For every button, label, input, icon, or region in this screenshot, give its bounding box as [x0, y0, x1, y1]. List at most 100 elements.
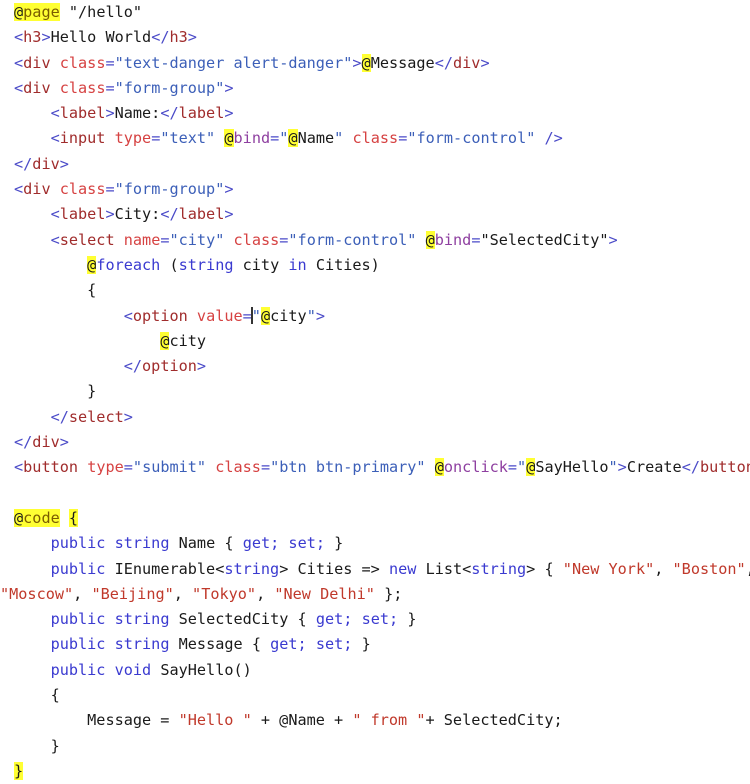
select-name-value: "city"	[169, 230, 225, 249]
code-line-28[interactable]: Message = "Hello " + @Name + " from "+ S…	[0, 708, 750, 733]
code-line-29[interactable]: }	[0, 734, 750, 759]
loop-variable: city	[233, 255, 289, 274]
razor-at-sigil: @	[14, 3, 24, 21]
razor-at-sigil: @	[526, 458, 536, 477]
code-line-22[interactable]: public string Name { get; set; }	[0, 531, 750, 556]
name-attribute-name: name	[123, 230, 161, 249]
ienumerable-type: IEnumerable<	[114, 559, 225, 578]
code-line-24[interactable]: public string SelectedCity { get; set; }	[0, 607, 750, 632]
code-line-9[interactable]: <label>City:</label>	[0, 202, 750, 227]
code-line-25[interactable]: public string Message { get; set; }	[0, 632, 750, 657]
razor-at-sigil: @	[14, 508, 24, 527]
list-type: List<	[425, 559, 472, 578]
void-keyword: void	[114, 660, 152, 679]
code-line-2[interactable]: <h3>Hello World</h3>	[0, 25, 750, 50]
code-line-6[interactable]: <input type="text" @bind="@Name" class="…	[0, 126, 750, 151]
foreach-keyword: foreach	[96, 255, 161, 274]
set-accessor: set;	[288, 534, 325, 553]
code-line-18[interactable]: </div>	[0, 430, 750, 455]
code-line-3[interactable]: <div class="text-danger alert-danger">@M…	[0, 51, 750, 76]
value-attribute-name: value	[196, 306, 243, 325]
code-line-8[interactable]: <div class="form-group">	[0, 177, 750, 202]
code-line-11[interactable]: @foreach (string city in Cities)	[0, 253, 750, 278]
from-string-literal: " from "	[352, 711, 426, 730]
type-attribute-name: type	[114, 129, 152, 148]
code-line-19[interactable]: <button type="submit" class="btn btn-pri…	[0, 455, 750, 480]
button-class-value: "btn btn-primary"	[270, 458, 426, 477]
hello-string-literal: "Hello "	[178, 711, 252, 730]
code-line-26[interactable]: public void SayHello()	[0, 658, 750, 683]
form-control-class-value: "form-control"	[407, 129, 536, 148]
h3-tag-name: h3	[23, 28, 42, 47]
razor-page-directive: page	[23, 3, 60, 21]
code-line-30[interactable]: }	[0, 759, 750, 784]
cities-collection: Cities)	[306, 255, 380, 274]
code-line-21[interactable]: @code {	[0, 506, 750, 531]
city-literal-new-york: "New York"	[562, 559, 655, 578]
code-line-10[interactable]: <select name="city" class="form-control"…	[0, 228, 750, 253]
code-line-4[interactable]: <div class="form-group">	[0, 76, 750, 101]
code-line-13[interactable]: <option value="@city">	[0, 304, 750, 329]
open-brace: {	[87, 281, 97, 300]
alert-class-value: "text-danger alert-danger"	[114, 53, 353, 72]
code-line-1[interactable]: @page "/hello"	[0, 0, 750, 25]
code-line-23-wrap[interactable]: "Moscow", "Beijing", "Tokyo", "New Delhi…	[0, 582, 750, 607]
message-assignment: Message =	[87, 711, 179, 730]
code-line-12[interactable]: {	[0, 278, 750, 303]
bind-selectedcity-value: "SelectedCity"	[480, 230, 609, 249]
button-type-value: "submit"	[132, 458, 207, 477]
method-close-brace: }	[50, 736, 60, 755]
name-concatenation: + @Name +	[251, 711, 353, 730]
public-keyword: public	[50, 534, 106, 553]
button-tag-name: button	[23, 458, 79, 477]
property-name-selectedcity: SelectedCity	[178, 610, 289, 629]
code-line-23[interactable]: public IEnumerable<string> Cities => new…	[0, 557, 750, 582]
method-signature-sayhello: SayHello()	[160, 660, 252, 679]
class-attribute-name: class	[59, 53, 106, 72]
code-line-7[interactable]: </div>	[0, 152, 750, 177]
label-tag-name: label	[59, 104, 106, 123]
new-keyword: new	[388, 559, 417, 578]
code-line-20-blank[interactable]	[0, 481, 750, 506]
bind-attribute-name: bind	[434, 230, 472, 249]
input-tag-name: input	[59, 129, 106, 148]
razor-at-sigil: @	[87, 255, 97, 274]
cities-property: Cities =>	[297, 559, 380, 578]
onclick-handler-expression: SayHello	[535, 458, 609, 477]
string-keyword: string	[178, 255, 234, 274]
bind-name-expression: Name	[297, 129, 335, 148]
property-name-name: Name	[178, 534, 216, 553]
form-group-class-value: "form-group"	[114, 78, 225, 97]
city-label-text: City:	[114, 205, 161, 224]
code-editor-surface[interactable]: @page "/hello" <h3>Hello World</h3> <div…	[0, 0, 750, 780]
close-brace: }	[87, 382, 97, 401]
code-line-27[interactable]: {	[0, 683, 750, 708]
onclick-attribute-name: onclick	[443, 458, 508, 477]
razor-at-sigil: @	[361, 53, 371, 72]
page-route-literal: "/hello"	[68, 3, 143, 21]
message-expression: Message	[370, 53, 435, 72]
button-label-text: Create	[626, 458, 682, 477]
heading-text: Hello World	[50, 28, 152, 47]
method-open-brace: {	[50, 686, 60, 705]
razor-code-directive: code	[23, 508, 60, 527]
razor-at-sigil: @	[425, 230, 435, 249]
city-literal-boston: "Boston"	[672, 559, 746, 578]
name-label-text: Name:	[114, 104, 161, 123]
option-value-expression: city	[270, 306, 307, 325]
select-tag-name: select	[59, 230, 115, 249]
code-line-17[interactable]: </select>	[0, 405, 750, 430]
razor-at-sigil: @	[260, 306, 271, 325]
code-block-close-brace: }	[14, 761, 24, 780]
code-line-14[interactable]: @city	[0, 329, 750, 354]
code-line-5[interactable]: <label>Name:</label>	[0, 101, 750, 126]
option-body-expression: city	[169, 331, 207, 350]
code-line-16[interactable]: }	[0, 379, 750, 404]
in-keyword: in	[288, 255, 307, 274]
option-tag-name: option	[132, 306, 188, 325]
code-line-15[interactable]: </option>	[0, 354, 750, 379]
tag-open-bracket: <	[14, 28, 24, 47]
selectedcity-concatenation: + SelectedCity;	[425, 711, 563, 730]
property-name-message: Message	[178, 635, 243, 654]
bind-attribute-name: bind	[233, 129, 271, 148]
